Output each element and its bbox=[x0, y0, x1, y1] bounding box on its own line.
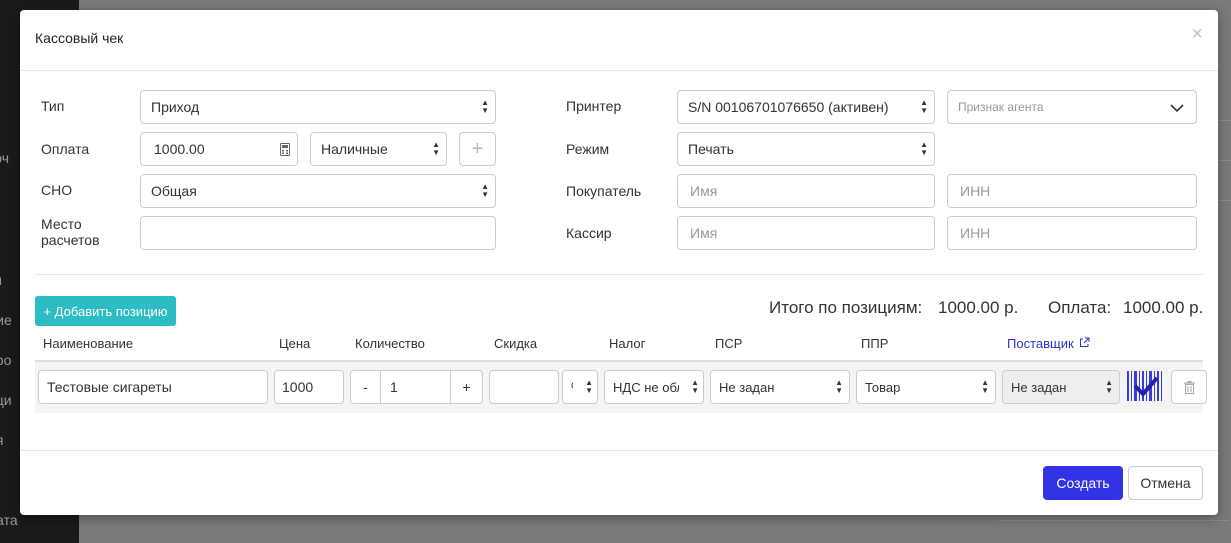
select-arrows-icon: ▲ ▼ bbox=[481, 98, 489, 115]
column-header-discount: Скидка bbox=[494, 336, 538, 351]
select-arrows-icon: ▲ ▼ bbox=[981, 378, 989, 395]
barcode-check-icon[interactable] bbox=[1127, 371, 1164, 401]
positions-total-label: Итого по позициям: bbox=[769, 298, 923, 317]
item-price-input[interactable]: 1000 bbox=[274, 370, 344, 404]
item-name-value: Тестовые сигареты bbox=[47, 379, 172, 395]
trash-icon bbox=[1183, 380, 1195, 394]
delete-position-button[interactable] bbox=[1171, 370, 1207, 404]
select-arrows-icon: ▲ ▼ bbox=[691, 378, 699, 395]
close-icon[interactable]: × bbox=[1191, 24, 1203, 44]
cashier-inn-placeholder: ИНН bbox=[960, 225, 991, 241]
payment-label: Оплата bbox=[41, 141, 90, 157]
place-input[interactable] bbox=[140, 216, 496, 250]
column-header-tax: Налог bbox=[609, 336, 646, 351]
agent-sign-placeholder: Признак агента bbox=[958, 100, 1044, 114]
column-header-psr: ПСР bbox=[715, 336, 743, 351]
supplier-link[interactable]: Поставщик bbox=[1007, 336, 1090, 351]
type-select-value: Приход bbox=[151, 99, 200, 115]
agent-sign-select[interactable]: Признак агента bbox=[947, 90, 1197, 124]
printer-select[interactable]: S/N 00106701076650 (активен) ▲ ▼ bbox=[677, 90, 935, 124]
mode-label: Режим bbox=[566, 141, 610, 157]
supplier-link-label: Поставщик bbox=[1007, 336, 1074, 351]
quantity-input[interactable]: 1 bbox=[380, 370, 451, 404]
buyer-label: Покупатель bbox=[566, 183, 642, 199]
background-divider bbox=[999, 520, 1229, 521]
add-position-button[interactable]: + Добавить позицию bbox=[35, 296, 176, 326]
buyer-name-input[interactable]: Имя bbox=[677, 174, 935, 208]
sno-select[interactable]: Общая ▲ ▼ bbox=[140, 174, 496, 208]
cashier-name-input[interactable]: Имя bbox=[677, 216, 935, 250]
buyer-name-placeholder: Имя bbox=[690, 183, 718, 199]
select-arrows-icon: ▲ ▼ bbox=[1105, 378, 1113, 395]
payment-method-select[interactable]: Наличные ▲ ▼ bbox=[310, 132, 447, 166]
section-divider bbox=[35, 274, 1203, 275]
payment-summary-value: 1000.00 р. bbox=[1123, 298, 1204, 317]
background-divider bbox=[1219, 160, 1231, 161]
receipt-modal: Кассовый чек × Тип Приход ▲ ▼ Оплата 1000… bbox=[20, 10, 1218, 515]
select-arrows-icon: ▲ ▼ bbox=[835, 378, 843, 395]
cancel-button[interactable]: Отмена bbox=[1128, 466, 1203, 500]
payment-amount-input[interactable]: 1000.00 bbox=[140, 132, 298, 166]
mode-select[interactable]: Печать ▲ ▼ bbox=[677, 132, 935, 166]
printer-select-value: S/N 00106701076650 (активен) bbox=[688, 99, 889, 115]
quantity-decrement-button[interactable]: - bbox=[350, 370, 381, 404]
column-header-price: Цена bbox=[279, 336, 311, 351]
cashier-label: Кассир bbox=[566, 225, 612, 241]
discount-input[interactable] bbox=[489, 370, 559, 404]
place-label: Место расчетов bbox=[41, 216, 100, 248]
type-label: Тип bbox=[41, 98, 65, 114]
column-header-ppr: ППР bbox=[861, 336, 889, 351]
modal-title: Кассовый чек bbox=[35, 30, 124, 46]
select-arrows-icon: ▲ ▼ bbox=[920, 98, 928, 115]
calculator-icon[interactable] bbox=[280, 143, 290, 156]
item-price-value: 1000 bbox=[282, 379, 314, 395]
discount-unit-select[interactable]: % ▲▼ bbox=[562, 370, 598, 404]
column-header-quantity: Количество bbox=[355, 336, 425, 351]
modal-header: Кассовый чек × bbox=[20, 10, 1218, 71]
printer-label: Принтер bbox=[566, 98, 622, 114]
payment-summary-label: Оплата: bbox=[1048, 298, 1112, 317]
supplier-select[interactable]: Не задан ▲ ▼ bbox=[1002, 370, 1120, 404]
external-link-icon bbox=[1080, 337, 1090, 347]
add-payment-button[interactable]: + bbox=[459, 132, 496, 166]
select-arrows-icon: ▲ ▼ bbox=[585, 378, 593, 395]
discount-unit-value: % bbox=[571, 379, 573, 395]
select-arrows-icon: ▲ ▼ bbox=[432, 140, 440, 157]
supplier-select-value: Не задан bbox=[1011, 379, 1067, 395]
sno-label: СНО bbox=[41, 182, 73, 198]
chevron-down-icon bbox=[1170, 104, 1184, 113]
background-divider bbox=[1219, 120, 1231, 121]
column-header-name: Наименование bbox=[43, 336, 134, 351]
quantity-value: 1 bbox=[390, 379, 398, 395]
cashier-inn-input[interactable]: ИНН bbox=[947, 216, 1197, 250]
select-arrows-icon: ▲ ▼ bbox=[481, 182, 489, 199]
footer-divider bbox=[20, 450, 1218, 451]
quantity-increment-button[interactable]: + bbox=[450, 370, 483, 404]
psr-select[interactable]: Не задан ▲ ▼ bbox=[710, 370, 850, 404]
item-name-input[interactable]: Тестовые сигареты bbox=[38, 370, 268, 404]
sno-select-value: Общая bbox=[151, 183, 197, 199]
payment-method-value: Наличные bbox=[321, 141, 388, 157]
positions-total-value: 1000.00 р. bbox=[938, 298, 1019, 317]
ppr-select-value: Товар bbox=[865, 379, 901, 395]
ppr-select[interactable]: Товар ▲ ▼ bbox=[856, 370, 996, 404]
buyer-inn-placeholder: ИНН bbox=[960, 183, 991, 199]
background-divider bbox=[1219, 200, 1231, 201]
payment-amount-value: 1000.00 bbox=[154, 141, 205, 157]
mode-select-value: Печать bbox=[688, 141, 734, 157]
cashier-name-placeholder: Имя bbox=[690, 225, 718, 241]
tax-select[interactable]: НДС не обл. ▲▼ bbox=[604, 370, 704, 404]
type-select[interactable]: Приход ▲ ▼ bbox=[140, 90, 496, 124]
select-arrows-icon: ▲ ▼ bbox=[920, 140, 928, 157]
tax-select-value: НДС не обл. bbox=[613, 379, 679, 395]
buyer-inn-input[interactable]: ИНН bbox=[947, 174, 1197, 208]
create-button[interactable]: Создать bbox=[1043, 466, 1123, 500]
psr-select-value: Не задан bbox=[719, 379, 775, 395]
